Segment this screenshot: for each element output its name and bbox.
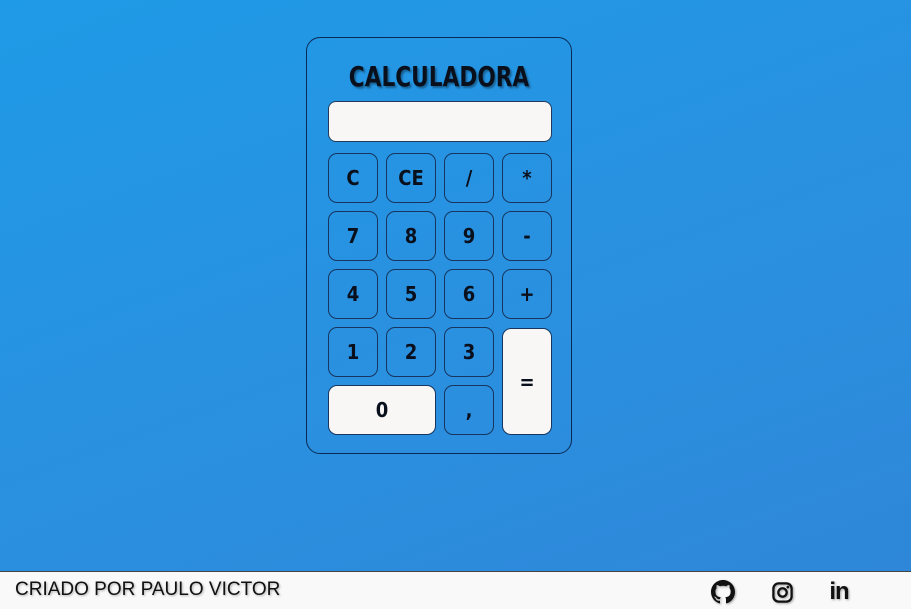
github-icon	[711, 580, 735, 604]
minus-button[interactable]: -	[502, 211, 552, 261]
author-credit: CRIADO POR PAULO VICTOR	[15, 579, 281, 600]
zero-button[interactable]: 0	[328, 385, 436, 435]
instagram-icon	[771, 581, 793, 603]
linkedin-link[interactable]: in	[826, 580, 852, 604]
linkedin-icon: in	[829, 578, 849, 605]
instagram-link[interactable]	[769, 580, 795, 604]
multiply-button[interactable]: *	[502, 153, 552, 203]
seven-button[interactable]: 7	[328, 211, 378, 261]
divide-button[interactable]: /	[444, 153, 494, 203]
github-link[interactable]	[710, 580, 736, 604]
four-button[interactable]: 4	[328, 269, 378, 319]
nine-button[interactable]: 9	[444, 211, 494, 261]
clear-entry-button[interactable]: CE	[386, 153, 436, 203]
calculator-title: CALCULADORA	[348, 60, 530, 93]
clear-button[interactable]: C	[328, 153, 378, 203]
two-button[interactable]: 2	[386, 327, 436, 377]
footer: CRIADO POR PAULO VICTOR in	[0, 571, 911, 609]
equals-button[interactable]: =	[502, 328, 552, 435]
eight-button[interactable]: 8	[386, 211, 436, 261]
six-button[interactable]: 6	[444, 269, 494, 319]
three-button[interactable]: 3	[444, 327, 494, 377]
one-button[interactable]: 1	[328, 327, 378, 377]
plus-button[interactable]: +	[502, 269, 552, 319]
five-button[interactable]: 5	[386, 269, 436, 319]
comma-button[interactable]: ,	[444, 385, 494, 435]
calculator-display[interactable]	[328, 101, 552, 142]
calculator: CALCULADORA C CE / * 7 8 9 - 4 5 6 + 1 2…	[306, 37, 572, 454]
